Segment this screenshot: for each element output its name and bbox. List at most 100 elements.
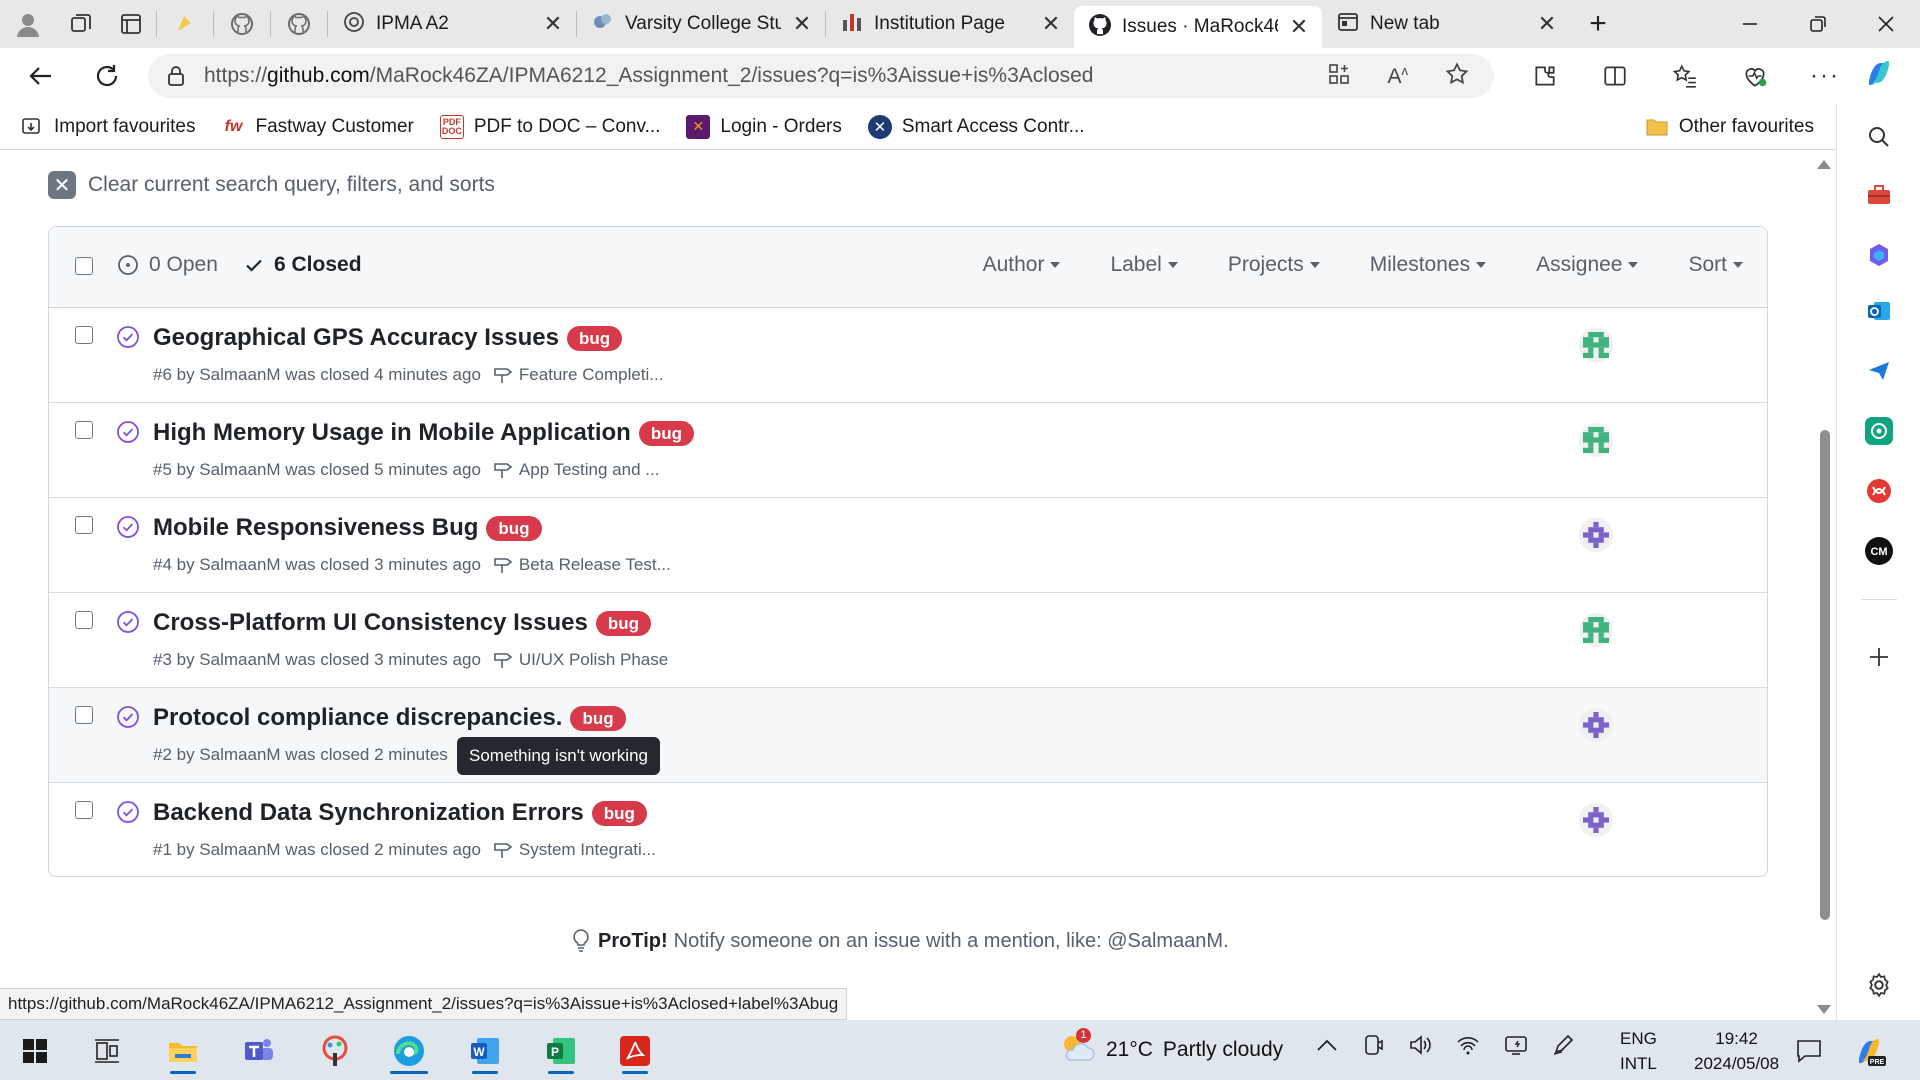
- new-tab-button[interactable]: +: [1570, 0, 1626, 48]
- favourites-icon[interactable]: [1650, 48, 1720, 104]
- tab-new-tab[interactable]: New tab ✕: [1322, 0, 1570, 48]
- word-icon[interactable]: W: [462, 1028, 508, 1074]
- copilot-pre-icon[interactable]: PRE: [1846, 1028, 1892, 1074]
- edge-browser-icon[interactable]: [386, 1028, 432, 1074]
- issue-title-link[interactable]: Mobile Responsiveness Bug: [153, 514, 478, 542]
- copilot-icon[interactable]: [1858, 52, 1900, 94]
- tab-actions-icon[interactable]: [106, 0, 156, 48]
- teams-icon[interactable]: [236, 1028, 282, 1074]
- workspaces-icon[interactable]: [56, 0, 106, 48]
- milestone-link[interactable]: System Integrati...: [493, 840, 656, 860]
- scroll-up-arrow[interactable]: [1817, 160, 1831, 169]
- input-language[interactable]: ENG INTL: [1620, 1026, 1657, 1076]
- pinned-tab-folder-icon[interactable]: [157, 0, 213, 48]
- tab-institution-page[interactable]: Institution Page ✕: [826, 0, 1074, 48]
- close-window-button[interactable]: [1852, 0, 1920, 48]
- display-icon[interactable]: [1504, 1034, 1528, 1061]
- pinned-tab-github-icon[interactable]: [271, 0, 327, 48]
- issue-title-link[interactable]: Cross-Platform UI Consistency Issues: [153, 609, 588, 637]
- profile-icon[interactable]: [0, 0, 56, 48]
- page-scrollbar[interactable]: [1812, 150, 1836, 1020]
- pinned-tab-github-icon[interactable]: [214, 0, 270, 48]
- issue-row[interactable]: High Memory Usage in Mobile Application …: [49, 403, 1767, 498]
- bug-label[interactable]: bug: [595, 610, 651, 636]
- file-explorer-icon[interactable]: [160, 1028, 206, 1074]
- clear-filters-link[interactable]: ✕ Clear current search query, filters, a…: [48, 171, 495, 199]
- issue-checkbox[interactable]: [75, 706, 93, 724]
- milestones-filter[interactable]: Milestones: [1370, 253, 1487, 277]
- lock-icon[interactable]: [148, 65, 204, 87]
- weather-widget[interactable]: 1 21°C Partly cloudy: [1058, 1028, 1283, 1070]
- issue-row[interactable]: Geographical GPS Accuracy Issues bug #6 …: [49, 308, 1767, 403]
- assignee-avatar[interactable]: [1579, 708, 1613, 742]
- author-filter[interactable]: Author: [983, 253, 1061, 277]
- fav-smart-access[interactable]: ✕ Smart Access Contr...: [867, 114, 1085, 139]
- assignee-avatar[interactable]: [1579, 328, 1613, 362]
- issue-title-link[interactable]: Geographical GPS Accuracy Issues: [153, 324, 559, 352]
- issue-checkbox[interactable]: [75, 326, 93, 344]
- fav-import-favourites[interactable]: Import favourites: [20, 115, 196, 139]
- address-bar[interactable]: https://github.com/MaRock46ZA/IPMA6212_A…: [148, 54, 1494, 98]
- issue-row[interactable]: Mobile Responsiveness Bug bug #4 by Salm…: [49, 498, 1767, 593]
- meet-now-icon[interactable]: [1362, 1034, 1384, 1061]
- assignee-filter[interactable]: Assignee: [1536, 253, 1639, 277]
- assignee-avatar[interactable]: [1579, 423, 1613, 457]
- issue-checkbox[interactable]: [75, 421, 93, 439]
- pen-icon[interactable]: [1552, 1034, 1576, 1061]
- back-button[interactable]: [8, 48, 74, 104]
- issue-title-link[interactable]: Protocol compliance discrepancies.: [153, 704, 562, 732]
- m365-icon[interactable]: [1858, 234, 1900, 276]
- wifi-icon[interactable]: [1456, 1034, 1480, 1061]
- assignee-avatar[interactable]: [1579, 518, 1613, 552]
- assignee-avatar[interactable]: [1579, 613, 1613, 647]
- pdf-reader-icon[interactable]: [1858, 470, 1900, 512]
- close-icon[interactable]: ✕: [791, 11, 813, 37]
- bug-label[interactable]: bug: [591, 800, 647, 826]
- scroll-thumb[interactable]: [1820, 430, 1830, 920]
- start-button[interactable]: [12, 1028, 58, 1074]
- issue-row[interactable]: Backend Data Synchronization Errors bug …: [49, 783, 1767, 876]
- extensions-icon[interactable]: [1510, 48, 1580, 104]
- chatgpt-sidebar-icon[interactable]: [1858, 410, 1900, 452]
- tab-varsity-college[interactable]: Varsity College Stu ✕: [577, 0, 825, 48]
- refresh-button[interactable]: [74, 48, 140, 104]
- cm-app-icon[interactable]: CM: [1858, 530, 1900, 572]
- milestone-link[interactable]: UI/UX Polish Phase: [493, 650, 668, 670]
- fav-fastway-customer[interactable]: fw Fastway Customer: [222, 115, 414, 139]
- scroll-down-arrow[interactable]: [1817, 1005, 1831, 1014]
- projects-filter[interactable]: Projects: [1228, 253, 1320, 277]
- issue-title-link[interactable]: High Memory Usage in Mobile Application: [153, 419, 631, 447]
- select-all-checkbox[interactable]: [75, 257, 93, 275]
- fav-other-favourites[interactable]: Other favourites: [1645, 115, 1814, 139]
- volume-icon[interactable]: [1408, 1034, 1432, 1061]
- task-view-icon[interactable]: [84, 1028, 130, 1074]
- tools-icon[interactable]: [1858, 174, 1900, 216]
- favourite-star-icon[interactable]: [1444, 61, 1470, 92]
- notifications-icon[interactable]: [1786, 1028, 1832, 1074]
- restore-button[interactable]: [1784, 0, 1852, 48]
- app-available-icon[interactable]: [1327, 62, 1351, 91]
- issue-checkbox[interactable]: [75, 611, 93, 629]
- split-screen-icon[interactable]: [1580, 48, 1650, 104]
- issue-row[interactable]: Cross-Platform UI Consistency Issues bug…: [49, 593, 1767, 688]
- close-icon[interactable]: ✕: [1288, 14, 1310, 40]
- search-icon[interactable]: [1858, 116, 1900, 158]
- issue-checkbox[interactable]: [75, 516, 93, 534]
- bug-label[interactable]: bug: [638, 420, 694, 446]
- minimize-button[interactable]: [1716, 0, 1784, 48]
- add-sidebar-app-icon[interactable]: [1858, 636, 1900, 678]
- settings-gear-icon[interactable]: [1858, 964, 1900, 1006]
- milestone-link[interactable]: App Testing and ...: [493, 460, 659, 480]
- issue-title-link[interactable]: Backend Data Synchronization Errors: [153, 799, 584, 827]
- milestone-link[interactable]: Feature Completi...: [493, 365, 663, 385]
- paint-app-icon[interactable]: [312, 1028, 358, 1074]
- fav-login-orders[interactable]: ✕ Login - Orders: [686, 114, 842, 139]
- closed-issues-filter[interactable]: 6 Closed: [244, 253, 362, 277]
- bug-label[interactable]: bug: [566, 325, 623, 351]
- url-text[interactable]: https://github.com/MaRock46ZA/IPMA6212_A…: [204, 64, 1093, 88]
- project-icon[interactable]: P: [538, 1028, 584, 1074]
- milestone-link[interactable]: Beta Release Test...: [493, 555, 671, 575]
- more-options-icon[interactable]: ···: [1790, 48, 1860, 104]
- bug-label[interactable]: bug: [486, 515, 542, 541]
- fav-pdf-to-doc[interactable]: PDF DOC PDF to DOC – Conv...: [439, 114, 660, 139]
